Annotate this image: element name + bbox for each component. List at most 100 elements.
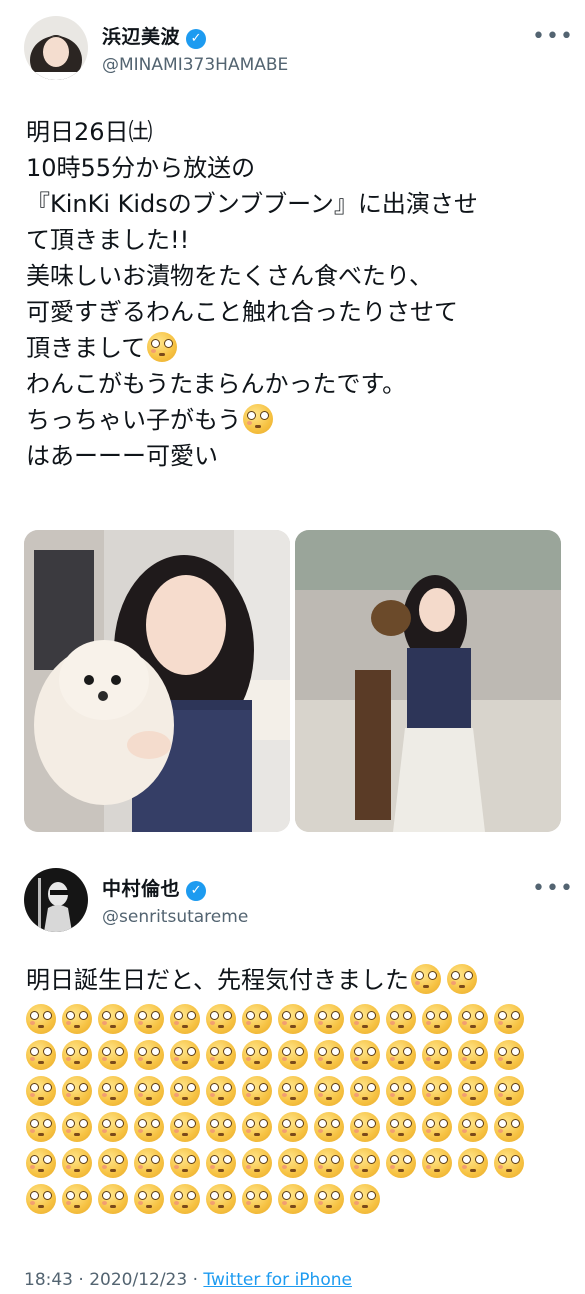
- flushed-face-emoji: [170, 1076, 200, 1106]
- flushed-face-emoji: [314, 1040, 344, 1070]
- flushed-face-emoji: [170, 1184, 200, 1214]
- verified-badge-icon: ✓: [186, 880, 207, 901]
- author-info: 中村倫也 ✓ @senritsutareme: [102, 874, 248, 927]
- flushed-face-emoji: [386, 1004, 416, 1034]
- flushed-face-emoji: [62, 1040, 92, 1070]
- tweet-meta: 18:43 · 2020/12/23 · Twitter for iPhone: [24, 1270, 352, 1290]
- flushed-face-emoji: [494, 1004, 524, 1034]
- flushed-face-emoji: [147, 332, 178, 362]
- flushed-face-emoji: [62, 1112, 92, 1142]
- flushed-face-emoji: [206, 1112, 236, 1142]
- emoji-row: [26, 1040, 530, 1070]
- flushed-face-emoji: [314, 1184, 344, 1214]
- flushed-face-emoji: [170, 1148, 200, 1178]
- flushed-face-emoji: [242, 1184, 272, 1214]
- more-options-icon[interactable]: •••: [532, 876, 574, 901]
- flushed-face-emoji: [62, 1148, 92, 1178]
- flushed-face-emoji: [242, 1040, 272, 1070]
- tweet-line: 美味しいお漬物をたくさん食べたり、: [26, 262, 434, 290]
- tweet-line: 明日誕生日だと、先程気付きました: [26, 966, 410, 994]
- flushed-face-emoji: [134, 1112, 164, 1142]
- tweet-line: わんこがもうたまらんかったです。: [26, 370, 407, 398]
- emoji-row: [26, 1184, 386, 1214]
- flushed-face-emoji: [314, 1076, 344, 1106]
- flushed-face-emoji: [206, 1076, 236, 1106]
- flushed-face-emoji: [278, 1184, 308, 1214]
- flushed-face-emoji: [494, 1112, 524, 1142]
- flushed-face-emoji: [242, 1076, 272, 1106]
- flushed-face-emoji: [350, 1040, 380, 1070]
- flushed-face-emoji: [242, 1112, 272, 1142]
- flushed-face-emoji: [134, 1184, 164, 1214]
- tweet-line: て頂きました!!: [26, 226, 190, 254]
- flushed-face-emoji: [242, 1148, 272, 1178]
- tweet-text: 明日誕生日だと、先程気付きました: [26, 962, 483, 998]
- flushed-face-emoji: [206, 1148, 236, 1178]
- flushed-face-emoji: [422, 1148, 452, 1178]
- flushed-face-emoji: [447, 964, 478, 994]
- flushed-face-emoji: [350, 1184, 380, 1214]
- flushed-face-emoji: [458, 1040, 488, 1070]
- more-options-icon[interactable]: •••: [532, 24, 574, 49]
- flushed-face-emoji: [458, 1004, 488, 1034]
- avatar[interactable]: [24, 868, 88, 932]
- flushed-face-emoji: [98, 1184, 128, 1214]
- flushed-face-emoji: [206, 1040, 236, 1070]
- tweet-photo[interactable]: [295, 530, 561, 832]
- tweet-line: 可愛すぎるわんこと触れ合ったりさせて: [26, 298, 458, 326]
- flushed-face-emoji: [134, 1004, 164, 1034]
- flushed-face-emoji: [98, 1112, 128, 1142]
- flushed-face-emoji: [386, 1076, 416, 1106]
- emoji-row: [26, 1112, 530, 1142]
- emoji-row: [26, 1148, 530, 1178]
- flushed-face-emoji: [62, 1004, 92, 1034]
- flushed-face-emoji: [98, 1040, 128, 1070]
- flushed-face-emoji: [278, 1148, 308, 1178]
- flushed-face-emoji: [350, 1004, 380, 1034]
- tweet-line: はあーーー可愛い: [26, 442, 218, 470]
- author-name[interactable]: 中村倫也: [102, 878, 180, 900]
- flushed-face-emoji: [62, 1184, 92, 1214]
- flushed-face-emoji: [206, 1004, 236, 1034]
- verified-badge-icon: ✓: [186, 28, 207, 49]
- flushed-face-emoji: [458, 1112, 488, 1142]
- flushed-face-emoji: [98, 1004, 128, 1034]
- tweet-text: 明日26日㈯ 10時55分から放送の 『KinKi Kidsのブンブブーン』に出…: [26, 114, 566, 474]
- flushed-face-emoji: [170, 1004, 200, 1034]
- flushed-face-emoji: [314, 1148, 344, 1178]
- flushed-face-emoji: [170, 1040, 200, 1070]
- flushed-face-emoji: [26, 1112, 56, 1142]
- flushed-face-emoji: [170, 1112, 200, 1142]
- flushed-face-emoji: [26, 1076, 56, 1106]
- flushed-face-emoji: [134, 1148, 164, 1178]
- avatar[interactable]: [24, 16, 88, 80]
- emoji-row: [26, 1076, 530, 1106]
- flushed-face-emoji: [350, 1076, 380, 1106]
- flushed-face-emoji: [386, 1040, 416, 1070]
- flushed-face-emoji: [62, 1076, 92, 1106]
- tweet-source-link[interactable]: Twitter for iPhone: [203, 1270, 352, 1290]
- author-handle[interactable]: @senritsutareme: [102, 907, 248, 927]
- flushed-face-emoji: [494, 1040, 524, 1070]
- flushed-face-emoji: [243, 404, 274, 434]
- author-name[interactable]: 浜辺美波: [102, 26, 180, 48]
- flushed-face-emoji: [242, 1004, 272, 1034]
- emoji-row: [26, 1004, 530, 1034]
- flushed-face-emoji: [26, 1148, 56, 1178]
- flushed-face-emoji: [278, 1076, 308, 1106]
- flushed-face-emoji: [422, 1040, 452, 1070]
- flushed-face-emoji: [26, 1004, 56, 1034]
- flushed-face-emoji: [386, 1112, 416, 1142]
- tweet-photo[interactable]: [24, 530, 290, 832]
- flushed-face-emoji: [494, 1076, 524, 1106]
- flushed-face-emoji: [134, 1040, 164, 1070]
- flushed-face-emoji: [422, 1076, 452, 1106]
- tweet-timestamp[interactable]: 18:43 · 2020/12/23 ·: [24, 1270, 203, 1290]
- flushed-face-emoji: [386, 1148, 416, 1178]
- tweet-line: 頂きまして: [26, 334, 146, 362]
- flushed-face-emoji: [206, 1184, 236, 1214]
- flushed-face-emoji: [350, 1148, 380, 1178]
- flushed-face-emoji: [422, 1112, 452, 1142]
- flushed-face-emoji: [134, 1076, 164, 1106]
- author-handle[interactable]: @MINAMI373HAMABE: [102, 55, 288, 75]
